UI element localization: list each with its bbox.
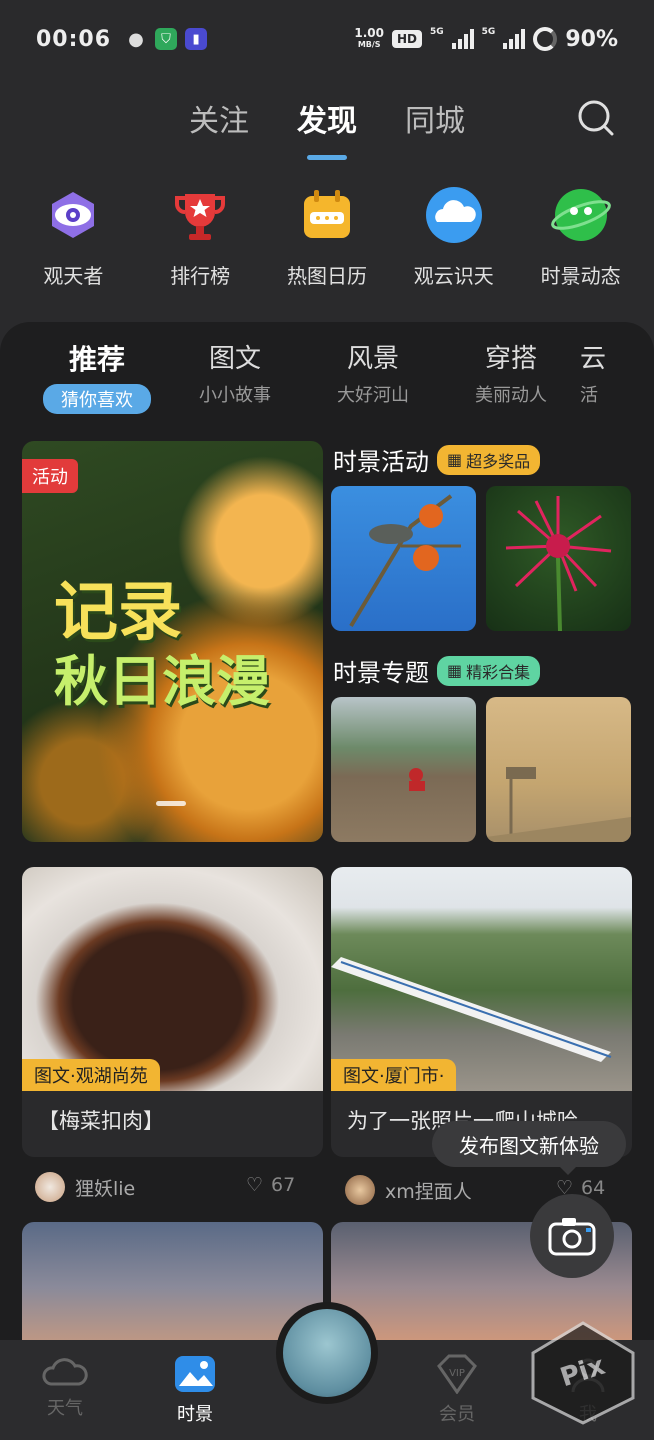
camera-button[interactable] <box>530 1194 614 1278</box>
quick-links: 观天者 排行榜 热图日历 观云识天 时景动态 <box>0 184 654 289</box>
category-cloud[interactable]: 云活 <box>580 338 620 418</box>
sky-thumbnail <box>283 1309 371 1397</box>
picture-icon <box>175 1356 215 1392</box>
nav-weather[interactable]: 天气 <box>25 1354 105 1420</box>
activity-section-title[interactable]: 时景活动 ▦ 超多奖品 <box>333 442 541 477</box>
topic-thumb-flood[interactable] <box>331 697 476 842</box>
net-speed: 1.00 MB/S <box>354 26 384 49</box>
activity-pill: ▦ 超多奖品 <box>437 444 541 475</box>
sandstorm-image <box>486 767 631 842</box>
banner-title-line2: 秋日浪漫 <box>54 650 270 713</box>
svg-text:VIP: VIP <box>449 1368 465 1379</box>
topic-thumb-sandstorm[interactable] <box>486 697 631 842</box>
topics-pill: ▦ 精彩合集 <box>437 655 541 686</box>
signal-label-1: 5G <box>430 26 444 37</box>
status-time: 00:06 <box>36 26 112 52</box>
activity-thumb-flower[interactable] <box>486 486 631 631</box>
post-tag-2: 图文·厦门市· <box>331 1059 457 1091</box>
battery-icon <box>533 27 558 51</box>
post-card-2[interactable]: 图文·厦门市· 为了一张照片一爬山城哈 <box>331 867 632 1157</box>
vip-icon: VIP <box>437 1354 477 1394</box>
post-title-1: 【梅菜扣肉】 <box>38 1109 164 1133</box>
pixtech-watermark-logo: Pix <box>531 1321 635 1425</box>
avatar <box>35 1172 65 1202</box>
signal-icon <box>451 29 474 49</box>
quick-link-dynamics[interactable]: 时景动态 <box>521 184 641 289</box>
flood-image <box>409 768 425 791</box>
nav-scenes[interactable]: 时景 <box>155 1354 235 1426</box>
signal-icon-2 <box>503 29 526 49</box>
activity-badge: 活动 <box>22 459 78 493</box>
quick-link-clouds[interactable]: 观云识天 <box>394 184 514 289</box>
center-sky-button[interactable] <box>276 1302 378 1404</box>
post-image-1: 图文·观湖尚苑 <box>22 867 323 1091</box>
post-author-1[interactable]: 狸妖lie <box>35 1172 135 1202</box>
avatar <box>345 1175 375 1205</box>
hd-badge: HD <box>392 30 423 48</box>
post-card-3[interactable] <box>22 1222 323 1352</box>
post-tag-1: 图文·观湖尚苑 <box>22 1059 160 1091</box>
post-card-1[interactable]: 图文·观湖尚苑 【梅菜扣肉】 <box>22 867 323 1157</box>
top-tabs: 关注 发现 同城 <box>0 92 654 152</box>
cloud-icon <box>425 187 482 243</box>
grid-icon: ▦ <box>447 661 463 680</box>
gift-icon: ▦ <box>447 450 463 469</box>
quick-link-ranking[interactable]: 排行榜 <box>140 184 260 289</box>
category-tabs: 推荐 猜你喜欢 图文 小小故事 风景 大好河山 穿搭 美丽动人 云活 <box>28 338 654 418</box>
signal-label-2: 5G <box>481 26 496 37</box>
tab-local[interactable]: 同城 <box>405 92 465 152</box>
publish-tooltip: 发布图文新体验 <box>432 1121 626 1175</box>
tab-discover[interactable]: 发现 <box>297 92 357 152</box>
featured-banner[interactable]: 活动 记录 秋日浪漫 <box>22 441 323 842</box>
activity-thumb-bird[interactable] <box>331 486 476 631</box>
train-image <box>331 957 612 1062</box>
search-icon[interactable] <box>576 98 616 138</box>
battery-percent: 90% <box>565 26 618 52</box>
trophy-icon <box>175 194 226 240</box>
calendar-icon <box>303 190 350 238</box>
status-bar: 00:06 ● ⛉ ▮ 1.00 MB/S HD 5G 5G 90% <box>0 0 654 78</box>
quick-link-calendar[interactable]: 热图日历 <box>267 184 387 289</box>
quick-link-observer[interactable]: 观天者 <box>13 184 133 289</box>
category-graphic[interactable]: 图文 小小故事 <box>166 338 304 418</box>
wechat-icon: ● <box>128 28 144 50</box>
topics-section-title[interactable]: 时景专题 ▦ 精彩合集 <box>333 653 541 688</box>
category-scenery[interactable]: 风景 大好河山 <box>304 338 442 418</box>
post-author-2[interactable]: xm捏面人 <box>345 1175 472 1205</box>
post-likes-1[interactable]: ♡ 67 <box>246 1174 295 1196</box>
shield-icon: ⛉ <box>155 28 178 50</box>
camera-icon <box>548 1218 596 1256</box>
planet-icon <box>550 189 611 241</box>
cloud-icon <box>42 1358 88 1386</box>
bird-persimmon-image <box>349 494 461 628</box>
flashlight-icon: ▮ <box>185 28 208 50</box>
category-outfit[interactable]: 穿搭 美丽动人 <box>442 338 580 418</box>
red-flower-image <box>505 496 612 631</box>
heart-icon: ♡ <box>246 1174 264 1196</box>
nav-vip[interactable]: VIP 会员 <box>417 1354 497 1426</box>
post-image-2: 图文·厦门市· <box>331 867 632 1091</box>
carousel-indicator <box>156 801 186 806</box>
eye-icon <box>52 192 95 238</box>
category-recommend[interactable]: 推荐 猜你喜欢 <box>28 338 166 418</box>
tab-following[interactable]: 关注 <box>189 92 249 152</box>
